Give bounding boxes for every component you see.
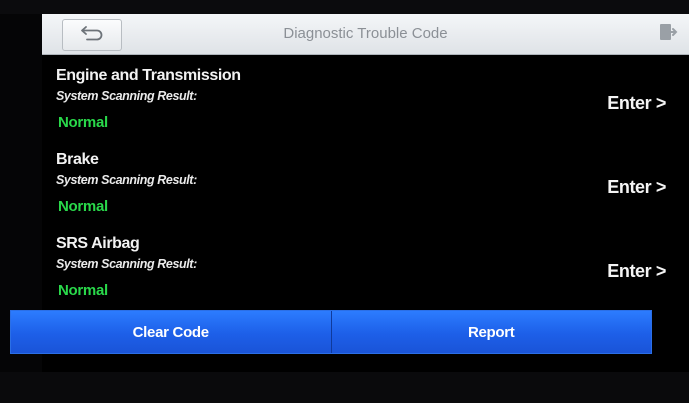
system-name: SRS Airbag: [56, 235, 140, 252]
system-item-engine: Engine and Transmission System Scanning …: [56, 67, 676, 147]
report-button[interactable]: Report: [330, 311, 651, 353]
page-title: Diagnostic Trouble Code: [283, 25, 448, 42]
system-item-brake: Brake System Scanning Result: Normal Ent…: [56, 151, 676, 231]
system-name: Brake: [56, 151, 99, 168]
header-bar: Diagnostic Trouble Code: [42, 14, 689, 55]
system-status: Normal: [58, 198, 108, 215]
system-result-label: System Scanning Result:: [56, 89, 197, 103]
system-item-srs-airbag: SRS Airbag System Scanning Result: Norma…: [56, 235, 676, 315]
device-bezel-top: [0, 0, 689, 14]
device-bezel-bottom: [0, 372, 689, 403]
action-bar: Clear Code Report: [10, 310, 652, 354]
system-name: Engine and Transmission: [56, 67, 241, 84]
system-result-label: System Scanning Result:: [56, 257, 197, 271]
system-status: Normal: [58, 114, 108, 131]
enter-button-brake[interactable]: Enter >: [607, 177, 666, 198]
enter-button-engine[interactable]: Enter >: [607, 93, 666, 114]
enter-button-srs-airbag[interactable]: Enter >: [607, 261, 666, 282]
system-status: Normal: [58, 282, 108, 299]
exit-button[interactable]: [655, 22, 681, 46]
system-result-label: System Scanning Result:: [56, 173, 197, 187]
exit-icon: [658, 22, 678, 47]
clear-code-button[interactable]: Clear Code: [11, 311, 331, 353]
